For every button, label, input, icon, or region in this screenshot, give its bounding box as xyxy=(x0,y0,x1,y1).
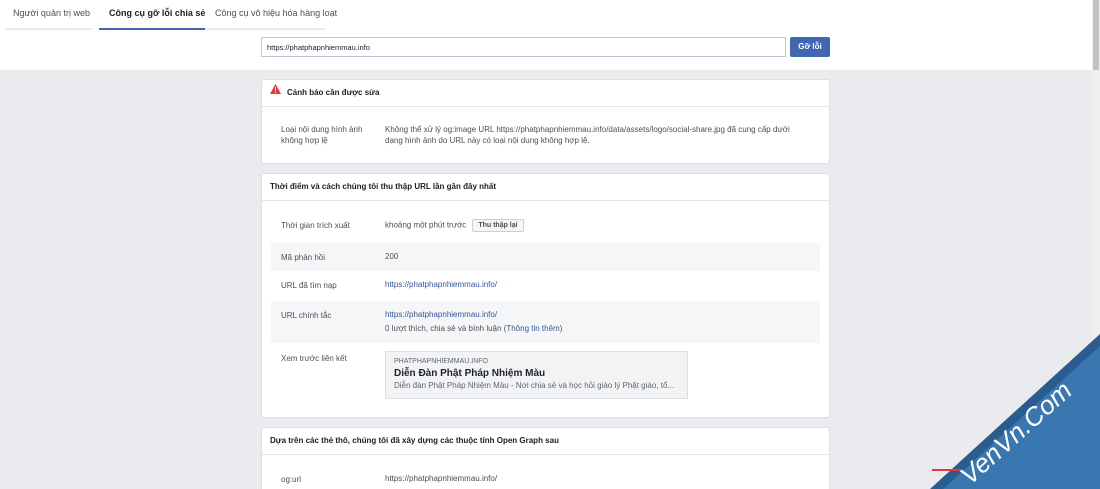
canonical-url-row: URL chính tắc https://phatphapnhiemmau.i… xyxy=(271,301,820,343)
link-preview-label: Xem trước liên kết xyxy=(281,354,347,363)
preview-domain: PHATPHAPNHIEMMAU.INFO xyxy=(394,358,488,365)
warning-row: Loại nội dung hình ảnh không hợp lệ Khôn… xyxy=(271,124,820,154)
debug-button[interactable]: Gỡ lỗi xyxy=(790,37,830,57)
fetched-url-label: URL đã tìm nạp xyxy=(281,281,337,290)
refetch-button[interactable]: Thu thập lại xyxy=(472,219,524,232)
url-input[interactable] xyxy=(261,37,786,57)
canonical-url-link[interactable]: https://phatphapnhiemmau.info/ xyxy=(385,310,497,319)
response-code-value: 200 xyxy=(385,252,399,261)
tab-webmaster[interactable]: Người quản trị web xyxy=(13,0,90,30)
tab-underline xyxy=(5,28,92,30)
link-preview-row: Xem trước liên kết PHATPHAPNHIEMMAU.INFO… xyxy=(271,351,820,401)
response-code-label: Mã phản hồi xyxy=(281,253,326,262)
warnings-card: Cảnh báo cần được sửa Loại nội dung hình… xyxy=(261,79,830,164)
og-url-row: og:url https://phatphapnhiemmau.info/ xyxy=(271,472,820,488)
og-url-label: og:url xyxy=(281,475,302,484)
opengraph-header: Dựa trên các thẻ thô, chúng tôi đã xây d… xyxy=(262,428,829,455)
scrape-time-text: khoảng một phút trước xyxy=(385,220,467,230)
top-header: Người quản trị web Công cụ gỡ lỗi chia s… xyxy=(0,0,1092,70)
opengraph-card: Dựa trên các thẻ thô, chúng tôi đã xây d… xyxy=(261,427,830,489)
warnings-header: Cảnh báo cần được sửa xyxy=(262,80,829,107)
warning-label: Loại nội dung hình ảnh không hợp lệ xyxy=(281,125,363,145)
fetched-url-row: URL đã tìm nạp https://phatphapnhiemmau.… xyxy=(271,272,820,300)
engagement-close: ) xyxy=(559,324,563,333)
og-url-value: https://phatphapnhiemmau.info/ xyxy=(385,474,498,483)
scrape-header: Thời điểm và cách chúng tôi thu thập URL… xyxy=(262,174,829,201)
scrape-time-value: khoảng một phút trước Thu thập lại xyxy=(385,219,524,232)
engagement-count: 0 lượt thích, chia sẻ và bình luận ( xyxy=(385,324,507,333)
canonical-url-label: URL chính tắc xyxy=(281,311,332,320)
preview-description: Diễn đàn Phật Pháp Nhiệm Màu - Nơi chia … xyxy=(394,381,675,390)
watermark-logo: VenVn.Com xyxy=(930,334,1100,489)
scrollbar[interactable] xyxy=(1092,0,1100,489)
engagement-text: 0 lượt thích, chia sẻ và bình luận (Thôn… xyxy=(385,323,562,334)
response-code-row: Mã phản hồi 200 xyxy=(271,243,820,271)
warnings-title: Cảnh báo cần được sửa xyxy=(287,88,380,97)
more-info-link[interactable]: Thông tin thêm xyxy=(506,324,559,333)
tab-batch-invalidator[interactable]: Công cụ vô hiệu hóa hàng loạt xyxy=(215,0,337,30)
preview-title: Diễn Đàn Phật Pháp Nhiệm Màu xyxy=(394,368,546,379)
tab-sharing-debugger[interactable]: Công cụ gỡ lỗi chia sẻ xyxy=(99,0,216,30)
warning-message: Không thể xử lý og:image URL https://pha… xyxy=(385,125,790,145)
scrape-time-row: Thời gian trích xuất khoảng một phút trư… xyxy=(271,214,820,238)
tab-underline xyxy=(205,28,325,30)
link-preview-card[interactable]: PHATPHAPNHIEMMAU.INFO Diễn Đàn Phật Pháp… xyxy=(385,351,688,399)
warning-icon xyxy=(270,79,281,105)
watermark-text: VenVn.Com xyxy=(954,375,1078,489)
scrape-time-label: Thời gian trích xuất xyxy=(281,221,350,230)
scrollbar-thumb[interactable] xyxy=(1093,0,1099,70)
scrape-info-card: Thời điểm và cách chúng tôi thu thập URL… xyxy=(261,173,830,418)
fetched-url-link[interactable]: https://phatphapnhiemmau.info/ xyxy=(385,280,497,289)
